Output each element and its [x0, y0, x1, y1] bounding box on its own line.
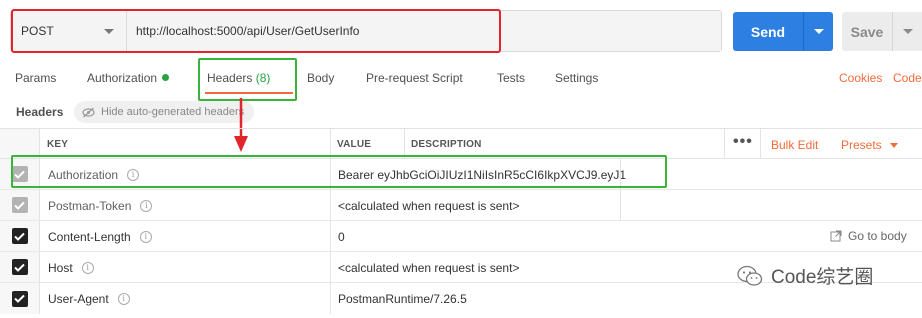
send-button-group: Send	[733, 12, 833, 51]
header-checkbox-cell	[0, 129, 40, 158]
send-options-button[interactable]	[803, 12, 833, 51]
method-select[interactable]: POST	[11, 11, 127, 51]
method-label: POST	[21, 24, 54, 38]
row-key[interactable]: Content-Length i	[48, 230, 152, 244]
url-text: http://localhost:5000/api/User/GetUserIn…	[136, 24, 360, 38]
column-divider	[620, 159, 621, 190]
column-divider	[330, 159, 331, 190]
status-dot	[162, 74, 170, 81]
info-icon[interactable]: i	[127, 169, 140, 181]
check-icon	[14, 201, 25, 210]
column-value: VALUE	[337, 139, 372, 150]
check-icon	[14, 263, 25, 272]
watermark-text: Code综艺圈	[771, 267, 874, 288]
table-header: KEY VALUE DESCRIPTION ••• Bulk Edit Pres…	[0, 129, 922, 159]
tab-authorization[interactable]: Authorization	[87, 71, 170, 85]
row-checkbox[interactable]	[11, 197, 28, 213]
row-value[interactable]: <calculated when request is sent>	[338, 199, 519, 213]
chevron-down-icon	[813, 29, 824, 34]
row-key[interactable]: User-Agent i	[48, 292, 130, 306]
check-icon	[14, 170, 25, 179]
column-divider	[760, 129, 761, 159]
headers-section-title: Headers	[16, 105, 64, 119]
request-tabs: Params Authorization Headers (8) Body Pr…	[0, 64, 922, 94]
column-divider	[724, 129, 725, 159]
eye-off-icon	[82, 107, 95, 117]
tab-body[interactable]: Body	[307, 71, 334, 85]
presets-label: Presets	[841, 138, 882, 152]
column-divider	[620, 190, 621, 221]
cookies-link[interactable]: Cookies	[839, 71, 882, 85]
save-button[interactable]: Save	[842, 12, 892, 51]
presets-dropdown[interactable]: Presets	[841, 138, 898, 152]
check-icon	[14, 294, 25, 303]
checkbox-cell	[0, 159, 40, 189]
chevron-down-icon	[889, 142, 898, 148]
row-key[interactable]: Host i	[48, 261, 94, 275]
tab-headers-count: (8)	[255, 71, 271, 85]
checkbox-cell	[0, 283, 40, 314]
row-checkbox[interactable]	[11, 166, 28, 182]
save-button-group: Save	[842, 12, 922, 51]
column-divider	[330, 252, 331, 283]
chevron-down-icon	[104, 28, 114, 34]
info-icon[interactable]: i	[140, 200, 153, 212]
active-tab-indicator	[205, 92, 293, 94]
info-icon[interactable]: i	[117, 293, 130, 305]
save-options-button[interactable]	[892, 12, 922, 51]
row-value[interactable]: Bearer eyJhbGciOiJIUzI1NiIsInR5cCI6IkpXV…	[338, 168, 626, 182]
hide-auto-headers-label: Hide auto-generated headers	[101, 106, 245, 118]
column-divider	[330, 190, 331, 221]
headers-table: KEY VALUE DESCRIPTION ••• Bulk Edit Pres…	[0, 128, 922, 318]
bulk-edit-button[interactable]: Bulk Edit	[771, 138, 818, 152]
chevron-down-icon	[902, 29, 913, 34]
checkbox-cell	[0, 221, 40, 251]
column-divider	[330, 283, 331, 314]
hide-auto-headers-button[interactable]: Hide auto-generated headers	[74, 101, 255, 123]
tab-params[interactable]: Params	[15, 71, 56, 85]
column-key: KEY	[47, 139, 69, 150]
send-button[interactable]: Send	[733, 12, 803, 51]
info-icon[interactable]: i	[81, 262, 94, 274]
row-checkbox[interactable]	[11, 290, 28, 307]
watermark: Code综艺圈	[737, 262, 873, 289]
code-link[interactable]: Code	[893, 71, 922, 85]
checkbox-cell	[0, 190, 40, 220]
info-icon[interactable]: i	[139, 231, 152, 243]
column-divider	[404, 129, 405, 159]
tab-settings[interactable]: Settings	[555, 71, 598, 85]
tab-pre-request-script[interactable]: Pre-request Script	[366, 71, 463, 85]
more-options-icon[interactable]: •••	[733, 133, 753, 151]
table-row: Postman-Token i <calculated when request …	[0, 190, 922, 221]
row-checkbox[interactable]	[11, 259, 28, 275]
tab-tests[interactable]: Tests	[497, 71, 525, 85]
column-divider	[330, 129, 331, 159]
external-link-icon	[830, 230, 842, 242]
go-to-body-label: Go to body	[848, 229, 907, 243]
row-key[interactable]: Postman-Token i	[48, 199, 153, 213]
check-icon	[14, 232, 25, 241]
column-description: DESCRIPTION	[411, 139, 482, 150]
wechat-icon	[737, 265, 763, 286]
table-row: Authorization i Bearer eyJhbGciOiJIUzI1Ni…	[0, 159, 922, 190]
url-input[interactable]: http://localhost:5000/api/User/GetUserIn…	[127, 11, 721, 51]
checkbox-cell	[0, 252, 40, 282]
row-value[interactable]: PostmanRuntime/7.26.5	[338, 292, 467, 306]
column-divider	[330, 221, 331, 252]
row-checkbox[interactable]	[11, 228, 28, 244]
tab-headers[interactable]: Headers (8)	[207, 71, 270, 85]
table-row: Content-Length i 0	[0, 221, 922, 252]
go-to-body-link[interactable]: Go to body	[830, 229, 907, 243]
request-bar: POST http://localhost:5000/api/User/GetU…	[10, 10, 722, 52]
row-key[interactable]: Authorization i	[48, 168, 140, 182]
row-value[interactable]: 0	[338, 230, 345, 244]
row-value[interactable]: <calculated when request is sent>	[338, 261, 519, 275]
